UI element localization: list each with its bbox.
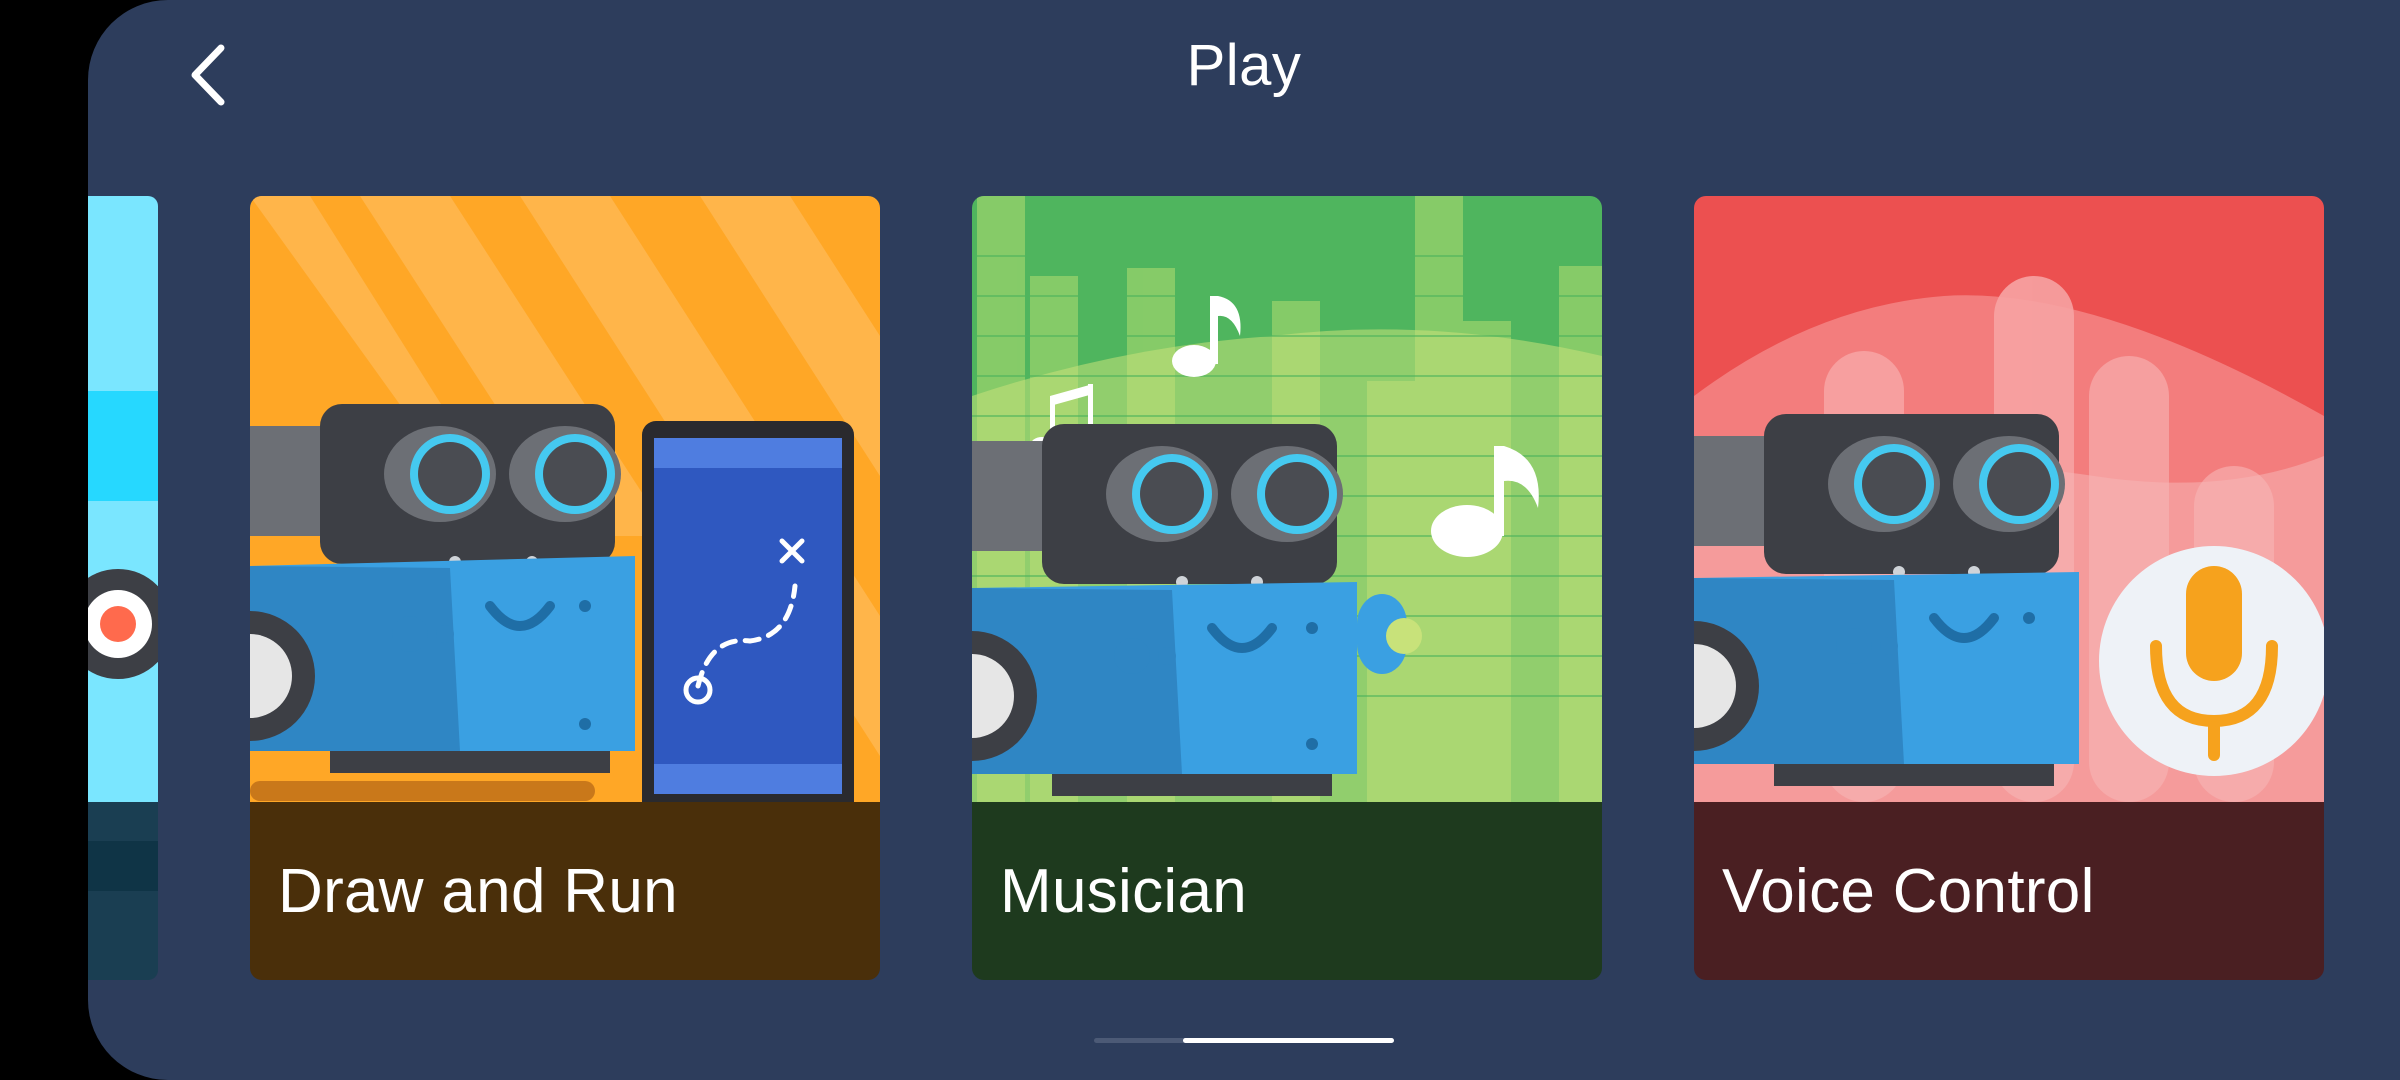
card-voice-control[interactable]: Voice Control <box>1694 196 2324 980</box>
path-map-icon <box>642 421 854 802</box>
card-label-band: Draw and Run <box>250 802 880 980</box>
card-label-band: Musician <box>972 802 1602 980</box>
voice-control-illustration <box>1694 196 2324 802</box>
partial-card-art <box>88 196 158 980</box>
page-title: Play <box>1186 33 1302 98</box>
scroll-thumb[interactable] <box>1183 1038 1394 1043</box>
play-screen: Play Draw and Run Musician Voice Control <box>88 0 2400 1080</box>
card-musician[interactable]: Musician <box>972 196 1602 980</box>
card-label: Musician <box>1000 856 1248 926</box>
card-label: Voice Control <box>1722 856 2095 926</box>
card-label: Draw and Run <box>278 856 678 926</box>
microphone-icon <box>2099 546 2324 776</box>
card-draw-and-run[interactable]: Draw and Run <box>250 196 880 980</box>
robot-illustration <box>1694 414 2079 786</box>
card-label-band: Voice Control <box>1694 802 2324 980</box>
draw-and-run-illustration <box>250 196 880 802</box>
partial-card[interactable] <box>88 196 158 980</box>
musician-illustration <box>972 196 1602 802</box>
robot-illustration <box>250 404 635 773</box>
